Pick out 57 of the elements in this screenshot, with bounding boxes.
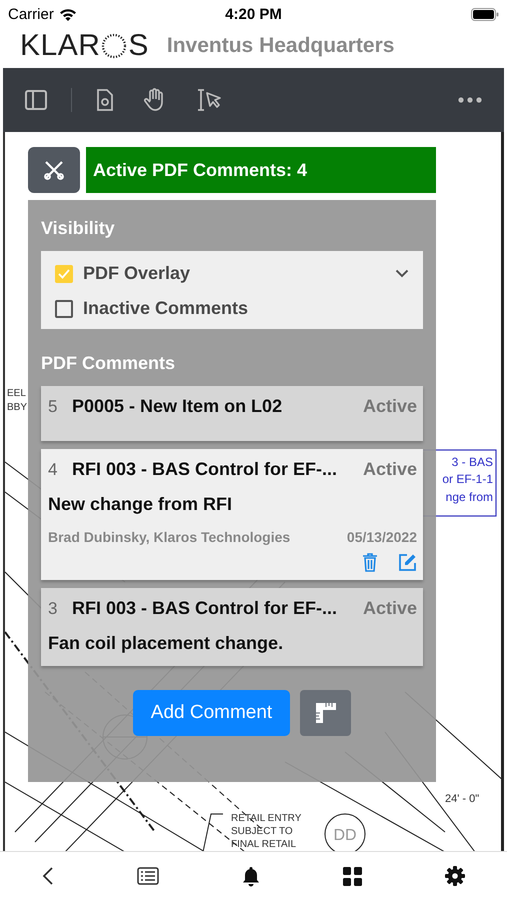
comment-author: Brad Dubinsky, Klaros Technologies bbox=[48, 529, 290, 545]
checkbox[interactable] bbox=[55, 264, 73, 282]
ruler-icon bbox=[314, 702, 336, 724]
list-icon[interactable] bbox=[136, 867, 159, 885]
active-comments-banner: Active PDF Comments: 4 bbox=[86, 147, 436, 193]
chevron-down-icon[interactable] bbox=[395, 269, 409, 278]
back-icon[interactable] bbox=[42, 866, 54, 886]
option-label: Inactive Comments bbox=[83, 298, 248, 319]
drawing-label: 24' - 0" bbox=[445, 793, 480, 805]
edit-icon[interactable] bbox=[398, 553, 417, 572]
drawing-label: FINAL RETAIL bbox=[231, 839, 296, 850]
drawing-label: EEL bbox=[7, 388, 26, 399]
visibility-label: Visibility bbox=[41, 218, 116, 239]
add-comment-button[interactable]: Add Comment bbox=[133, 690, 290, 736]
settings-icon[interactable] bbox=[445, 866, 466, 886]
document-gear-icon[interactable] bbox=[96, 89, 114, 111]
comments-label: PDF Comments bbox=[41, 353, 176, 374]
comment-number: 5 bbox=[48, 397, 58, 417]
comment-title: RFI 003 - BAS Control for EF-... bbox=[72, 459, 338, 480]
drawing-label: DD bbox=[333, 827, 357, 844]
comment-number: 4 bbox=[48, 460, 58, 480]
comment-card[interactable]: 4 RFI 003 - BAS Control for EF-... Active New change from RFI Brad Dubinsky, Klaros Technologies 05/13/2022 bbox=[41, 449, 423, 580]
more-icon[interactable] bbox=[458, 97, 482, 103]
comment-status: Active bbox=[362, 459, 417, 480]
drawing-label: or EF-1-1 bbox=[442, 472, 493, 486]
ruler-button[interactable] bbox=[300, 690, 351, 736]
delete-icon[interactable] bbox=[362, 553, 378, 572]
text-select-icon[interactable] bbox=[196, 89, 222, 111]
grid-icon[interactable] bbox=[343, 866, 362, 886]
comment-text: Fan coil placement change. bbox=[48, 633, 284, 654]
wifi-icon bbox=[58, 8, 77, 20]
comment-card[interactable]: 5 P0005 - New Item on L02 Active bbox=[41, 386, 423, 441]
hand-icon[interactable] bbox=[144, 88, 166, 112]
comment-card[interactable]: 3 RFI 003 - BAS Control for EF-... Active Fan coil placement change. bbox=[41, 588, 423, 666]
klaros-logo: KLAR S bbox=[20, 29, 149, 63]
drawing-label: SUBJECT TO bbox=[231, 826, 293, 837]
comment-title: P0005 - New Item on L02 bbox=[72, 396, 282, 417]
project-title: Inventus Headquarters bbox=[166, 34, 394, 58]
comment-text: New change from RFI bbox=[48, 494, 234, 515]
battery-icon bbox=[471, 8, 499, 20]
carrier-label: Carrier bbox=[8, 6, 54, 22]
sidebar-icon[interactable] bbox=[25, 90, 47, 110]
tools-button[interactable] bbox=[28, 147, 80, 193]
comment-status: Active bbox=[362, 598, 417, 619]
option-label: PDF Overlay bbox=[83, 263, 190, 284]
drawing-label: RETAIL ENTRY bbox=[231, 813, 302, 824]
scissors-icon bbox=[43, 159, 65, 181]
bell-icon[interactable] bbox=[242, 866, 260, 886]
drawing-label: nge from bbox=[446, 490, 493, 504]
comment-date: 05/13/2022 bbox=[346, 529, 417, 545]
comment-title: RFI 003 - BAS Control for EF-... bbox=[72, 598, 338, 619]
checkbox[interactable] bbox=[55, 300, 73, 318]
drawing-label: BBY bbox=[7, 402, 28, 413]
drawing-label: 3 - BAS bbox=[452, 455, 493, 469]
comment-status: Active bbox=[362, 396, 417, 417]
status-time: 4:20 PM bbox=[225, 6, 282, 22]
comment-number: 3 bbox=[48, 599, 58, 619]
